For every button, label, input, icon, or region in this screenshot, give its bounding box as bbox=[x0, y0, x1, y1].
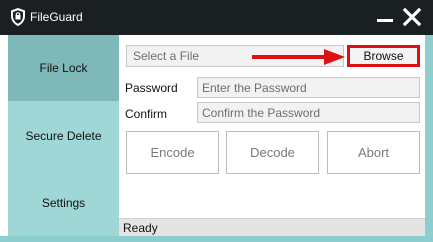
sidebar-item-settings[interactable]: Settings bbox=[8, 170, 119, 236]
decode-button[interactable]: Decode bbox=[226, 131, 319, 174]
status-text: Ready bbox=[123, 221, 158, 235]
close-icon bbox=[402, 7, 422, 27]
password-label: Password bbox=[125, 81, 178, 95]
sidebar-item-label: Secure Delete bbox=[25, 128, 102, 143]
minimize-icon bbox=[377, 19, 393, 22]
window-border-bottom bbox=[0, 236, 433, 242]
decode-button-label: Decode bbox=[250, 145, 295, 160]
title-bar[interactable]: FileGuard bbox=[0, 0, 433, 35]
abort-button-label: Abort bbox=[357, 145, 390, 160]
confirm-password-field[interactable]: Confirm the Password bbox=[197, 102, 420, 123]
abort-button[interactable]: Abort bbox=[327, 131, 420, 174]
fileguard-window: FileGuard File Lock Secure Delete Settin… bbox=[0, 0, 433, 242]
sidebar-item-label: File Lock bbox=[39, 61, 88, 75]
confirm-label: Confirm bbox=[125, 107, 168, 121]
sidebar-item-file-lock[interactable]: File Lock bbox=[8, 35, 119, 101]
sidebar: File Lock Secure Delete Settings bbox=[8, 35, 119, 236]
browse-button[interactable]: Browse bbox=[347, 45, 420, 67]
password-field[interactable]: Enter the Password bbox=[197, 77, 420, 98]
encode-button[interactable]: Encode bbox=[126, 131, 219, 174]
browse-button-label: Browse bbox=[363, 49, 404, 63]
close-button[interactable] bbox=[402, 7, 422, 27]
window-border-right bbox=[425, 35, 433, 242]
sidebar-item-secure-delete[interactable]: Secure Delete bbox=[8, 101, 119, 170]
sidebar-item-label: Settings bbox=[41, 196, 86, 210]
minimize-button[interactable] bbox=[375, 7, 395, 27]
right-arrow-icon bbox=[252, 49, 345, 65]
encode-button-label: Encode bbox=[150, 145, 195, 160]
status-bar: Ready bbox=[119, 218, 425, 236]
shield-icon bbox=[11, 8, 25, 26]
app-title: FileGuard bbox=[30, 10, 83, 24]
file-lock-panel: Select a File Browse Password Enter the … bbox=[119, 35, 425, 218]
